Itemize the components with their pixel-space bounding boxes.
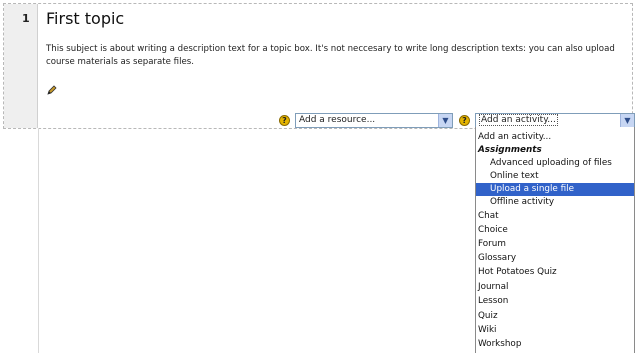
chevron-down-icon[interactable]: ▼ xyxy=(620,114,634,127)
chevron-down-icon[interactable]: ▼ xyxy=(438,114,452,127)
add-resource-select[interactable]: Add a resource... ▼ xyxy=(295,113,453,128)
topic-number-column xyxy=(4,4,38,128)
topic-number: 1 xyxy=(22,12,30,25)
dropdown-option[interactable]: Forum xyxy=(476,238,634,251)
dropdown-option[interactable]: Choice xyxy=(476,224,634,237)
dropdown-option[interactable]: Lesson xyxy=(476,295,634,308)
dropdown-option[interactable]: Wiki xyxy=(476,324,634,337)
help-icon[interactable]: ? xyxy=(279,115,290,126)
dropdown-option[interactable]: Journal xyxy=(476,281,634,294)
dropdown-option[interactable]: Advanced uploading of files xyxy=(476,157,634,170)
dropdown-option[interactable]: Workshop xyxy=(476,338,634,351)
add-activity-select-value: Add an activity... xyxy=(479,114,558,126)
activity-dropdown-list[interactable]: Add an activity... Assignments Advanced … xyxy=(475,127,635,353)
add-activity-select[interactable]: Add an activity... ▼ xyxy=(475,113,635,128)
dropdown-option[interactable]: Add an activity... xyxy=(476,131,634,144)
help-icon[interactable]: ? xyxy=(459,115,470,126)
topic-title: First topic xyxy=(46,9,125,28)
dropdown-group-label: Assignments xyxy=(478,145,542,155)
dropdown-option[interactable]: Offline activity xyxy=(476,196,634,209)
dropdown-option[interactable]: Online text xyxy=(476,170,634,183)
dropdown-option[interactable]: Glossary xyxy=(476,252,634,265)
dropdown-option-selected[interactable]: Upload a single file xyxy=(476,183,634,196)
topic-description: This subject is about writing a descript… xyxy=(46,44,615,67)
dropdown-option[interactable]: Chat xyxy=(476,210,634,223)
add-resource-select-value: Add a resource... xyxy=(299,115,376,125)
page-border-left xyxy=(38,128,39,353)
dropdown-option[interactable]: Quiz xyxy=(476,310,634,323)
dropdown-option[interactable]: Hot Potatoes Quiz xyxy=(476,266,634,279)
pencil-edit-icon[interactable] xyxy=(47,80,57,95)
